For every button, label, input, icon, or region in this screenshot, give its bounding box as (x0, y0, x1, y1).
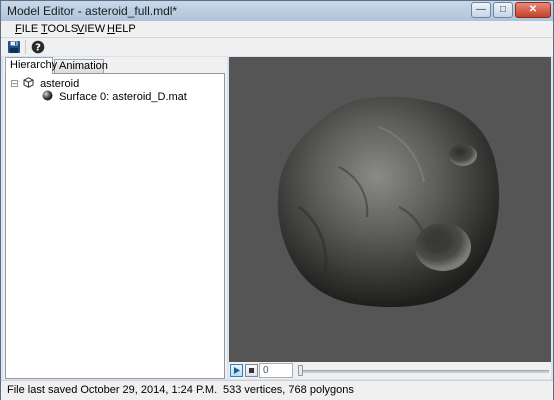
tree-item-asteroid[interactable]: asteroid (23, 77, 79, 90)
timeline-slider[interactable] (301, 370, 549, 373)
tab-hierarchy[interactable]: Hierarchy (5, 57, 57, 74)
minimize-button[interactable]: — (471, 2, 491, 18)
tree-item-surface[interactable]: Surface 0: asteroid_D.mat (42, 90, 187, 103)
frame-input[interactable]: 0 (259, 363, 293, 378)
toolbar: ? (1, 38, 553, 56)
menu-help[interactable]: HELP (107, 23, 136, 35)
tree-item-asteroid-label: asteroid (40, 78, 80, 90)
collapse-toggle-icon[interactable]: – (11, 80, 18, 88)
menu-view[interactable]: VIEW (77, 23, 105, 35)
status-bar: File last saved October 29, 2014, 1:24 P… (1, 380, 553, 400)
tree-item-surface-label: Surface 0: asteroid_D.mat (59, 91, 187, 103)
menu-file-label: ILE (21, 23, 39, 35)
title-bar[interactable]: Model Editor - asteroid_full.mdl* — □ ✕ (1, 1, 553, 21)
timeline-slider-thumb[interactable] (298, 365, 303, 376)
menu-help-accel: H (107, 23, 115, 35)
app-window: Model Editor - asteroid_full.mdl* — □ ✕ … (0, 0, 554, 400)
play-icon (234, 367, 240, 374)
menu-help-label: ELP (114, 23, 136, 35)
maximize-button[interactable]: □ (493, 2, 513, 18)
save-icon[interactable] (7, 40, 21, 54)
window-title: Model Editor - asteroid_full.mdl* (7, 4, 178, 18)
menu-file[interactable]: FILE (15, 23, 38, 35)
status-model-stats: 533 vertices, 768 polygons (223, 384, 354, 396)
playback-bar: 0 (229, 362, 551, 379)
left-panel: Animation Hierarchy – asteroid Surface 0… (3, 57, 227, 379)
status-saved-text: File last saved October 29, 2014, 1:24 P… (7, 384, 218, 396)
menu-view-label: IEW (84, 23, 106, 35)
menu-tools[interactable]: TOOLS (41, 23, 78, 35)
stop-icon (249, 368, 254, 373)
help-icon[interactable]: ? (31, 40, 45, 54)
model-cube-icon (23, 77, 34, 88)
material-sphere-icon (42, 90, 53, 101)
menu-file-accel: F (15, 23, 22, 35)
stop-button[interactable] (245, 364, 258, 377)
asteroid-model (277, 96, 500, 308)
play-button[interactable] (230, 364, 243, 377)
toolbar-separator (25, 40, 26, 54)
3d-viewport[interactable] (229, 57, 551, 362)
small-crater (449, 144, 477, 166)
hierarchy-tree[interactable]: – asteroid Surface 0: asteroid_D.mat (5, 73, 225, 379)
tab-animation[interactable]: Animation (54, 59, 108, 73)
close-button[interactable]: ✕ (515, 2, 551, 18)
menu-bar: FILE TOOLS VIEW HELP (1, 21, 553, 38)
svg-text:?: ? (35, 43, 41, 54)
menu-tools-label: OOLS (47, 23, 79, 35)
